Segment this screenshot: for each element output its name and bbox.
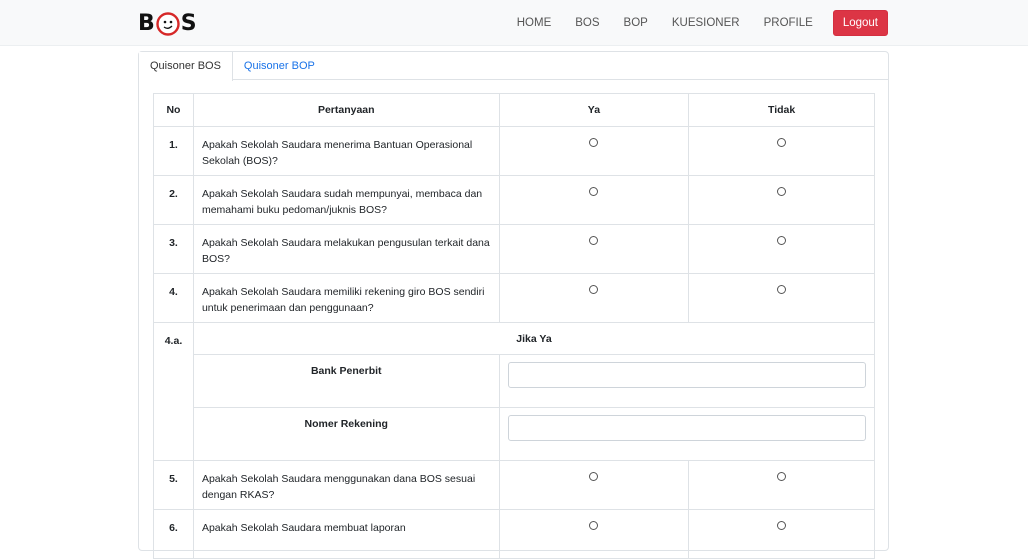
radio-ya[interactable] [589, 472, 599, 481]
header-tidak: Tidak [688, 93, 875, 127]
ya-cell [498, 126, 690, 176]
ya-cell [498, 273, 690, 323]
brand-letter-s: S [180, 11, 197, 36]
ya-cell [498, 460, 690, 510]
radio-ya[interactable] [589, 187, 599, 196]
header-ya: Ya [498, 93, 690, 127]
bank-penerbit-label: Bank Penerbit [192, 354, 500, 408]
table-row: 4. Apakah Sekolah Saudara memiliki reken… [153, 273, 875, 323]
radio-tidak[interactable] [777, 521, 787, 530]
logout-button[interactable]: Logout [832, 10, 888, 36]
radio-tidak[interactable] [777, 236, 787, 245]
table-row: 6. Apakah Sekolah Saudara membuat lapora… [153, 509, 875, 559]
tidak-cell [688, 126, 875, 176]
ya-cell [498, 224, 690, 274]
radio-ya[interactable] [589, 138, 599, 147]
ya-cell [498, 175, 690, 225]
nav-bos[interactable]: BOS [575, 17, 599, 29]
nomer-rekening-label: Nomer Rekening [192, 407, 500, 461]
tab-bar: Quisoner BOS Quisoner BOP [139, 52, 888, 81]
question-number: 4. [153, 273, 194, 323]
ya-cell [498, 509, 690, 559]
smiley-face-icon [156, 12, 180, 36]
radio-tidak[interactable] [777, 285, 787, 294]
brand-letter-b: B [138, 11, 155, 36]
questionnaire-table: No Pertanyaan Ya Tidak 1. Apakah Sekolah… [153, 93, 876, 559]
question-text: Apakah Sekolah Saudara menerima Bantuan … [192, 126, 500, 176]
nav-home[interactable]: HOME [517, 17, 552, 29]
question-number: 6. [153, 509, 194, 559]
radio-tidak[interactable] [777, 138, 787, 147]
question-text: Apakah Sekolah Saudara melakukan pengusu… [192, 224, 500, 274]
table-row: 3. Apakah Sekolah Saudara melakukan peng… [153, 224, 875, 274]
jika-ya-heading: Jika Ya [192, 322, 876, 355]
tab-quisoner-bop[interactable]: Quisoner BOP [233, 52, 326, 80]
bank-penerbit-row: Bank Penerbit [154, 354, 876, 408]
question-text: Apakah Sekolah Saudara membuat laporan [192, 509, 500, 559]
brand-logo[interactable]: B S [138, 9, 197, 39]
sub-question-number: 4.a. [153, 322, 194, 461]
tidak-cell [688, 460, 875, 510]
question-text: Apakah Sekolah Saudara menggunakan dana … [192, 460, 500, 510]
question-text: Apakah Sekolah Saudara sudah mempunyai, … [192, 175, 500, 225]
tidak-cell [688, 509, 875, 559]
nomer-rekening-cell [498, 407, 876, 461]
tidak-cell [688, 224, 875, 274]
sub-question-header-row: 4.a. Jika Ya [153, 322, 876, 461]
radio-ya[interactable] [589, 521, 599, 530]
nomer-rekening-input[interactable] [507, 415, 866, 441]
bank-penerbit-cell [498, 354, 876, 408]
radio-tidak[interactable] [777, 472, 787, 481]
nav-profile[interactable]: PROFILE [764, 17, 813, 29]
tidak-cell [688, 175, 875, 225]
navbar: B S HOME BOS BOP KUESIONER PROFILE Logou… [0, 0, 1028, 46]
question-number: 5. [153, 460, 194, 510]
tidak-cell [688, 273, 875, 323]
questionnaire-card: Quisoner BOS Quisoner BOP No Pertanyaan … [138, 51, 889, 559]
nav-kuesioner[interactable]: KUESIONER [672, 17, 740, 29]
nav-bop[interactable]: BOP [624, 17, 648, 29]
header-pertanyaan: Pertanyaan [192, 93, 500, 127]
radio-ya[interactable] [589, 285, 599, 294]
nomer-rekening-row: Nomer Rekening [154, 407, 876, 461]
bank-penerbit-input[interactable] [507, 362, 866, 388]
nav-menu: HOME BOS BOP KUESIONER PROFILE Logout [493, 0, 888, 46]
table-row: 2. Apakah Sekolah Saudara sudah mempunya… [153, 175, 875, 225]
tab-quisoner-bos[interactable]: Quisoner BOS [139, 52, 233, 81]
question-number: 3. [153, 224, 194, 274]
table-row: 5. Apakah Sekolah Saudara menggunakan da… [153, 460, 875, 510]
question-number: 2. [153, 175, 194, 225]
question-text: Apakah Sekolah Saudara memiliki rekening… [192, 273, 500, 323]
table-row: 1. Apakah Sekolah Saudara menerima Bantu… [153, 126, 875, 176]
header-no: No [153, 93, 194, 127]
radio-tidak[interactable] [777, 187, 787, 196]
table-header-row: No Pertanyaan Ya Tidak [153, 93, 875, 127]
radio-ya[interactable] [589, 236, 599, 245]
question-number: 1. [153, 126, 194, 176]
